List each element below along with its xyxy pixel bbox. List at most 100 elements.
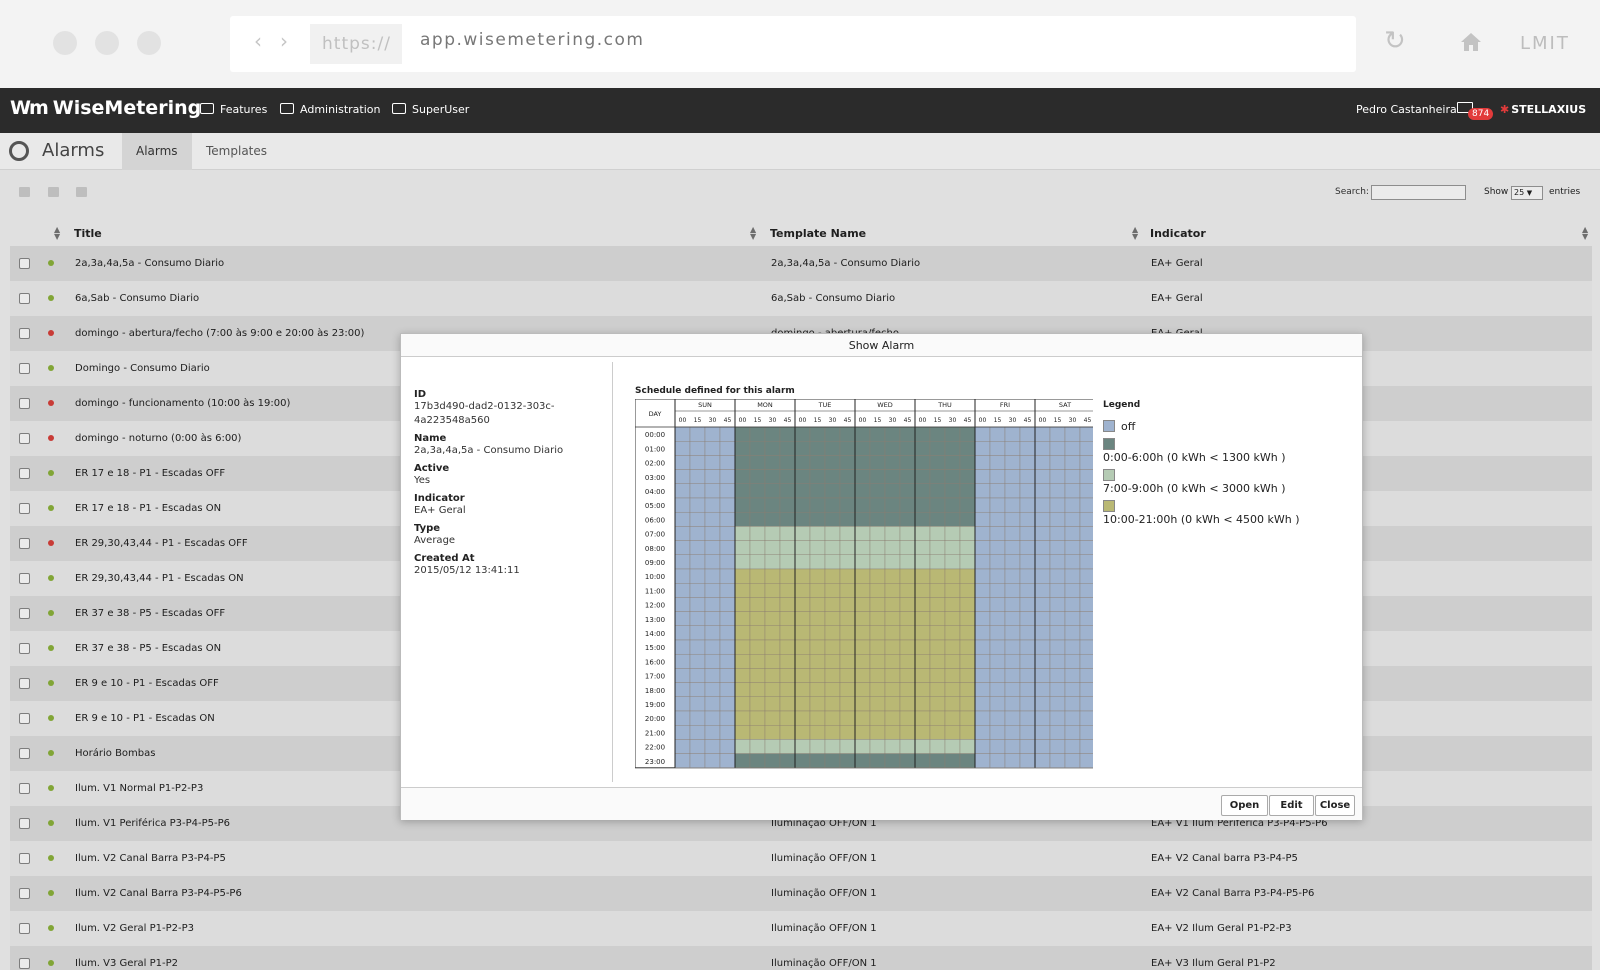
edit-button[interactable]: Edit xyxy=(1269,795,1314,816)
hour-label: 13:00 xyxy=(645,616,665,624)
schedule-cell xyxy=(824,682,841,698)
schedule-cell xyxy=(944,625,961,641)
minute-label: 15 xyxy=(694,417,702,424)
current-user[interactable]: Pedro Castanheira xyxy=(1356,103,1457,116)
schedule-cell xyxy=(929,639,946,655)
schedule-cell xyxy=(1019,426,1036,442)
legend-swatch xyxy=(1103,438,1115,450)
schedule-cell xyxy=(734,568,751,584)
schedule-cell xyxy=(779,554,796,570)
window-minimize-dot[interactable] xyxy=(95,31,119,55)
schedule-cell xyxy=(704,710,721,726)
schedule-cell xyxy=(824,511,841,527)
schedule-cell xyxy=(959,625,976,641)
schedule-cell xyxy=(929,540,946,556)
schedule-cell xyxy=(854,526,871,541)
page-header: Alarms Alarms Templates xyxy=(0,133,1600,170)
nav-administration[interactable]: Administration xyxy=(280,103,381,116)
forward-icon[interactable]: › xyxy=(280,31,288,51)
close-button[interactable]: Close xyxy=(1315,795,1355,816)
nav-superuser[interactable]: SuperUser xyxy=(392,103,469,116)
schedule-cell xyxy=(749,597,766,612)
schedule-cell xyxy=(749,469,766,484)
schedule-cell xyxy=(1004,497,1021,513)
schedule-cell xyxy=(989,540,1006,556)
schedule-cell xyxy=(899,739,916,754)
schedule-cell xyxy=(899,682,916,698)
company-logo[interactable]: ✱ STELLAXIUS xyxy=(1500,103,1586,116)
open-button[interactable]: Open xyxy=(1221,795,1268,816)
schedule-cell xyxy=(749,653,766,669)
schedule-cell xyxy=(689,696,706,712)
hour-label: 00:00 xyxy=(645,431,665,439)
schedule-cell xyxy=(1079,710,1093,726)
schedule-cell xyxy=(719,725,736,740)
schedule-cell xyxy=(1034,611,1051,627)
schedule-cell xyxy=(1019,526,1036,541)
schedule-cell xyxy=(869,526,886,541)
hour-label: 22:00 xyxy=(645,744,665,752)
schedule-cell xyxy=(1019,455,1036,470)
schedule-cell xyxy=(1034,653,1051,669)
schedule-cell xyxy=(809,739,826,754)
home-icon[interactable] xyxy=(1460,32,1482,52)
schedule-cell xyxy=(779,625,796,641)
schedule-cell xyxy=(914,568,931,584)
schedule-cell xyxy=(809,639,826,655)
schedule-cell xyxy=(779,653,796,669)
schedule-cell xyxy=(1049,725,1066,740)
back-icon[interactable]: ‹ xyxy=(254,31,262,51)
schedule-cell xyxy=(854,739,871,754)
schedule-cell xyxy=(989,710,1006,726)
schedule-cell xyxy=(749,710,766,726)
schedule-cell xyxy=(719,611,736,627)
schedule-cell xyxy=(989,511,1006,527)
schedule-cell xyxy=(944,455,961,470)
schedule-cell xyxy=(824,469,841,484)
schedule-cell xyxy=(749,426,766,442)
schedule-cell xyxy=(884,582,901,598)
schedule-cell xyxy=(869,625,886,641)
schedule-cell xyxy=(899,441,916,456)
schedule-cell xyxy=(719,455,736,470)
schedule-cell xyxy=(884,668,901,683)
brand-logo[interactable]: Wm WiseMetering xyxy=(10,97,201,119)
tab-templates[interactable]: Templates xyxy=(192,133,281,170)
schedule-cell xyxy=(794,653,811,669)
schedule-cell xyxy=(779,568,796,584)
schedule-cell xyxy=(959,455,976,470)
schedule-cell xyxy=(944,639,961,655)
schedule-cell xyxy=(1019,540,1036,556)
tab-alarms[interactable]: Alarms xyxy=(122,133,192,170)
url-host[interactable]: app.wisemetering.com xyxy=(420,30,644,50)
schedule-cell xyxy=(884,426,901,442)
reload-icon[interactable]: ↻ xyxy=(1384,28,1406,54)
schedule-cell xyxy=(929,710,946,726)
schedule-cell xyxy=(929,582,946,598)
superuser-icon xyxy=(392,103,406,114)
schedule-cell xyxy=(809,441,826,456)
window-maximize-dot[interactable] xyxy=(137,31,161,55)
schedule-cell xyxy=(974,753,991,769)
schedule-cell xyxy=(929,696,946,712)
schedule-cell xyxy=(1049,753,1066,769)
page-title: Alarms xyxy=(42,140,105,161)
minute-label: 15 xyxy=(814,417,822,424)
schedule-cell xyxy=(674,710,691,726)
url-protocol: https:// xyxy=(310,24,402,64)
schedule-cell xyxy=(1019,682,1036,698)
schedule-cell xyxy=(704,497,721,513)
window-close-dot[interactable] xyxy=(53,31,77,55)
schedule-cell xyxy=(704,725,721,740)
schedule-cell xyxy=(749,753,766,769)
nav-features[interactable]: Features xyxy=(200,103,267,116)
schedule-cell xyxy=(989,526,1006,541)
schedule-cell xyxy=(959,582,976,598)
schedule-cell xyxy=(1049,710,1066,726)
schedule-cell xyxy=(974,441,991,456)
schedule-cell xyxy=(899,426,916,442)
schedule-cell xyxy=(914,554,931,570)
minute-label: 45 xyxy=(964,417,972,424)
schedule-cell xyxy=(1019,668,1036,683)
schedule-cell xyxy=(779,582,796,598)
